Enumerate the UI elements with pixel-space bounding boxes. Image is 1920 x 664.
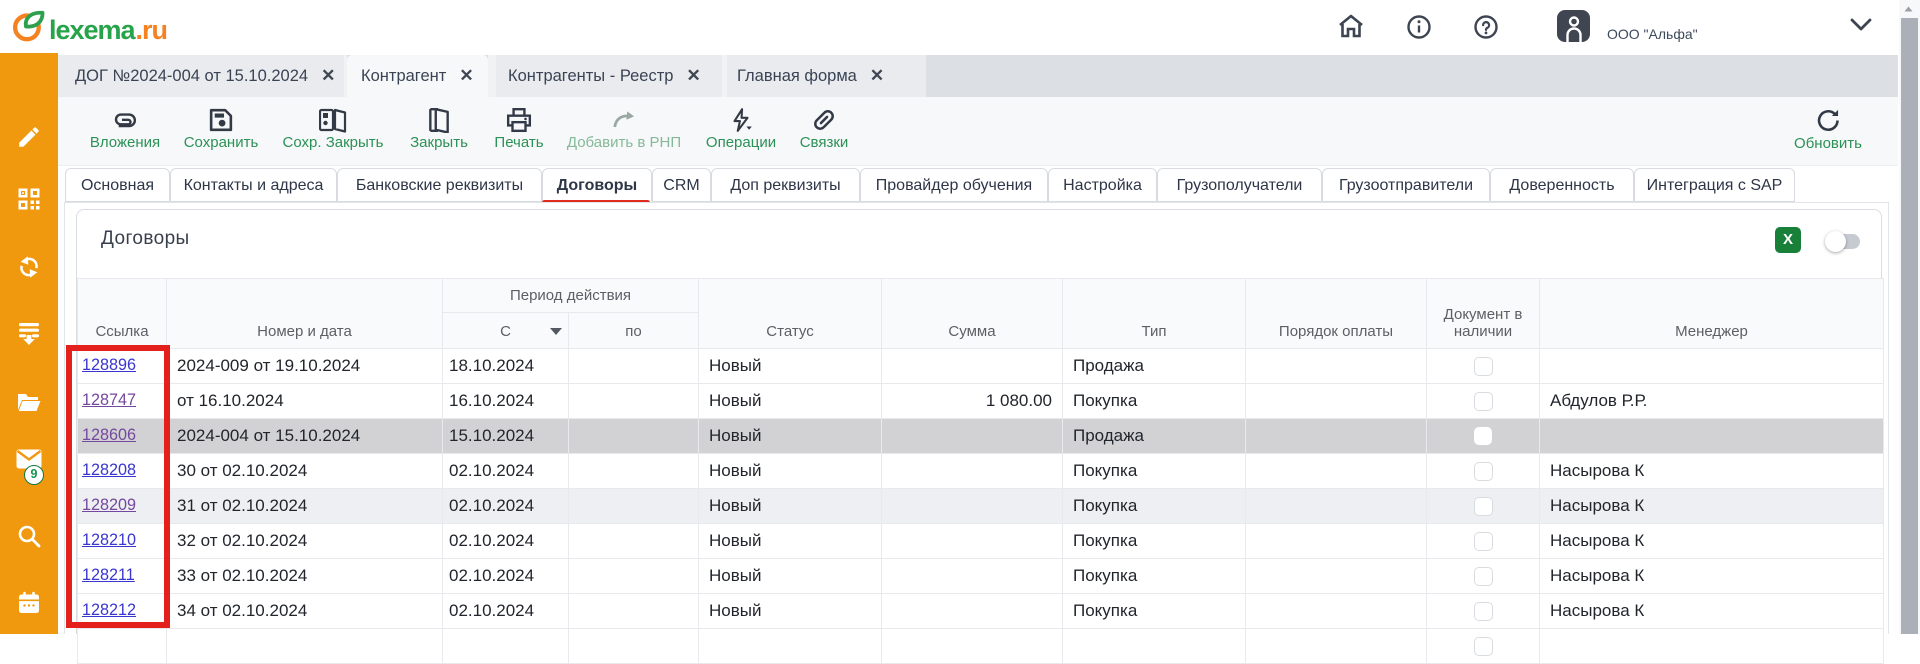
svg-text:lexema: lexema	[49, 15, 137, 45]
svg-text:.ru: .ru	[136, 15, 168, 45]
